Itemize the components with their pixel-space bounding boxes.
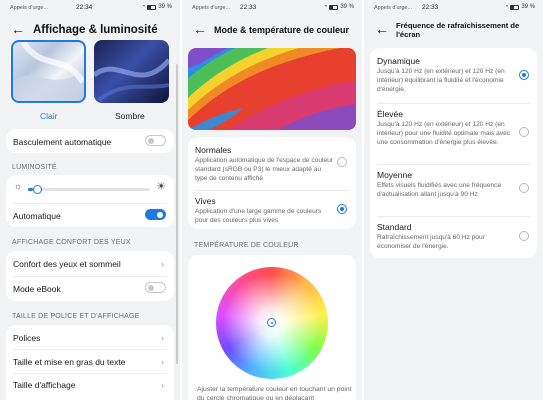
- display-brightness-screen: Appels d'urge... 22:34 ◔ 39 % ← Affichag…: [0, 0, 180, 400]
- carrier-text: Appels d'urge...: [10, 5, 49, 11]
- eye-comfort-section-label: AFFICHAGE CONFORT DES YEUX: [12, 239, 131, 246]
- back-arrow-icon[interactable]: ←: [11, 22, 25, 36]
- sun-small-icon: ☼: [14, 181, 23, 191]
- option-high-title[interactable]: Élevée: [377, 109, 403, 119]
- clock: 22:34: [76, 4, 93, 11]
- chevron-right-icon: ›: [161, 259, 164, 269]
- theme-clair-label[interactable]: Clair: [40, 111, 57, 121]
- chevron-right-icon: ›: [161, 380, 164, 390]
- mode-vivid-desc: Application d'une large gamme de couleur…: [195, 208, 322, 224]
- option-medium-title[interactable]: Moyenne: [377, 170, 412, 180]
- brightness-card: ☼ ☀ Automatique: [6, 175, 174, 227]
- battery-level: 39 %: [158, 4, 172, 10]
- chevron-right-icon: ›: [161, 333, 164, 343]
- system-icons: ◔ 39 %: [324, 4, 354, 10]
- page-title: Affichage & luminosité: [33, 24, 158, 36]
- luminosity-section-label: LUMINOSITÉ: [12, 164, 57, 171]
- ebook-label: Mode eBook: [13, 284, 61, 294]
- refresh-rate-card: Dynamique Jusqu'à 120 Hz (en extérieur) …: [370, 48, 537, 258]
- divider: [195, 190, 349, 191]
- ebook-toggle[interactable]: [145, 282, 166, 293]
- refresh-rate-screen: Appels d'urge... 22:33 ◔ 39 % ← Fréquenc…: [364, 0, 543, 400]
- battery-level: 39 %: [521, 4, 535, 10]
- status-bar: Appels d'urge... 22:34 ◔ 39 %: [10, 4, 172, 14]
- back-arrow-icon[interactable]: ←: [375, 22, 389, 36]
- page-title: Fréquence de rafraîchissement de l'écran: [396, 21, 520, 40]
- clock: 22:33: [422, 4, 439, 11]
- option-medium-radio[interactable]: [519, 183, 529, 193]
- color-mode-card: Normales Application automatique de l'es…: [188, 137, 356, 229]
- temperature-section-label: TEMPÉRATURE DE COULEUR: [194, 242, 299, 249]
- color-preview-image: [188, 48, 356, 130]
- chevron-right-icon: ›: [161, 357, 164, 367]
- option-dynamic-radio[interactable]: [519, 70, 529, 80]
- eye-comfort-label[interactable]: Confort des yeux et sommeil: [13, 259, 121, 269]
- sun-large-icon: ☀: [156, 181, 166, 193]
- brightness-slider-knob[interactable]: [33, 185, 42, 194]
- carrier-text: Appels d'urge...: [192, 5, 231, 11]
- automatic-label: Automatique: [13, 211, 61, 221]
- status-bar: Appels d'urge... 22:33 ◔ 39 %: [192, 4, 354, 14]
- mode-normal-title[interactable]: Normales: [195, 145, 231, 155]
- wifi-icon: ◔: [504, 4, 509, 10]
- wifi-icon: ◔: [323, 4, 328, 10]
- system-icons: ◔ 39 %: [505, 4, 535, 10]
- divider: [377, 216, 530, 217]
- color-mode-screen: Appels d'urge... 22:33 ◔ 39 % ← Mode & t…: [182, 0, 362, 400]
- battery-icon: [147, 4, 157, 10]
- mode-normal-desc: Application automatique de l'espace de c…: [195, 157, 333, 182]
- brightness-slider[interactable]: [28, 185, 150, 194]
- divider: [13, 373, 167, 374]
- auto-switch-toggle[interactable]: [145, 135, 166, 146]
- wifi-icon: ◔: [141, 4, 146, 10]
- option-standard-title[interactable]: Standard: [377, 222, 412, 232]
- theme-sombre-label[interactable]: Sombre: [115, 111, 145, 121]
- mode-normal-radio[interactable]: [337, 157, 347, 167]
- battery-icon: [510, 4, 520, 10]
- battery-level: 39 %: [340, 4, 354, 10]
- light-theme-preview[interactable]: [11, 40, 86, 103]
- automatic-toggle[interactable]: [145, 209, 166, 220]
- system-icons: ◔ 39 %: [142, 4, 172, 10]
- option-dynamic-title[interactable]: Dynamique: [377, 56, 420, 66]
- color-temperature-card: Ajuster la température couleur en toucha…: [188, 255, 356, 400]
- auto-switch-label: Basculement automatique: [13, 137, 112, 147]
- scrollbar[interactable]: [176, 64, 178, 364]
- mode-vivid-title[interactable]: Vives: [195, 196, 216, 206]
- option-high-desc: Jusqu'à 120 Hz (en extérieur) et 120 Hz …: [377, 121, 511, 146]
- back-arrow-icon[interactable]: ←: [193, 22, 207, 36]
- status-bar: Appels d'urge... 22:33 ◔ 39 %: [374, 4, 535, 14]
- display-size-item[interactable]: Taille d'affichage: [13, 380, 75, 390]
- page-title: Mode & température de couleur: [214, 25, 350, 35]
- dark-theme-preview[interactable]: [94, 40, 169, 103]
- clock: 22:33: [240, 4, 257, 11]
- auto-switch-card: Basculement automatique: [6, 129, 174, 153]
- eye-comfort-card: Confort des yeux et sommeil › Mode eBook: [6, 251, 174, 301]
- option-dynamic-desc: Jusqu'à 120 Hz (en extérieur) et 120 Hz …: [377, 68, 505, 93]
- divider: [13, 349, 167, 350]
- option-standard-radio[interactable]: [519, 231, 529, 241]
- temperature-footer-text: Ajuster la température couleur en toucha…: [197, 386, 352, 400]
- font-card: Polices › Taille et mise en gras du text…: [6, 325, 174, 400]
- option-medium-desc: Effets visuels fluidifiés avec une fréqu…: [377, 182, 502, 198]
- rainbow-preview-art: [188, 48, 356, 130]
- mode-vivid-radio[interactable]: [337, 204, 347, 214]
- divider: [377, 103, 530, 104]
- color-wheel-picker[interactable]: [267, 318, 276, 327]
- dark-wallpaper-art: [94, 58, 169, 102]
- option-high-radio[interactable]: [519, 127, 529, 137]
- font-size-section-label: TAILLE DE POLICE ET D'AFFICHAGE: [12, 313, 140, 320]
- divider: [377, 164, 530, 165]
- fonts-item[interactable]: Polices: [13, 333, 40, 343]
- divider: [13, 203, 167, 204]
- light-wallpaper-art: [13, 42, 84, 101]
- divider: [13, 276, 167, 277]
- carrier-text: Appels d'urge...: [374, 5, 413, 11]
- text-size-item[interactable]: Taille et mise en gras du texte: [13, 357, 125, 367]
- battery-icon: [329, 4, 339, 10]
- option-standard-desc: Rafraîchissement jusqu'à 60 Hz pour écon…: [377, 234, 485, 250]
